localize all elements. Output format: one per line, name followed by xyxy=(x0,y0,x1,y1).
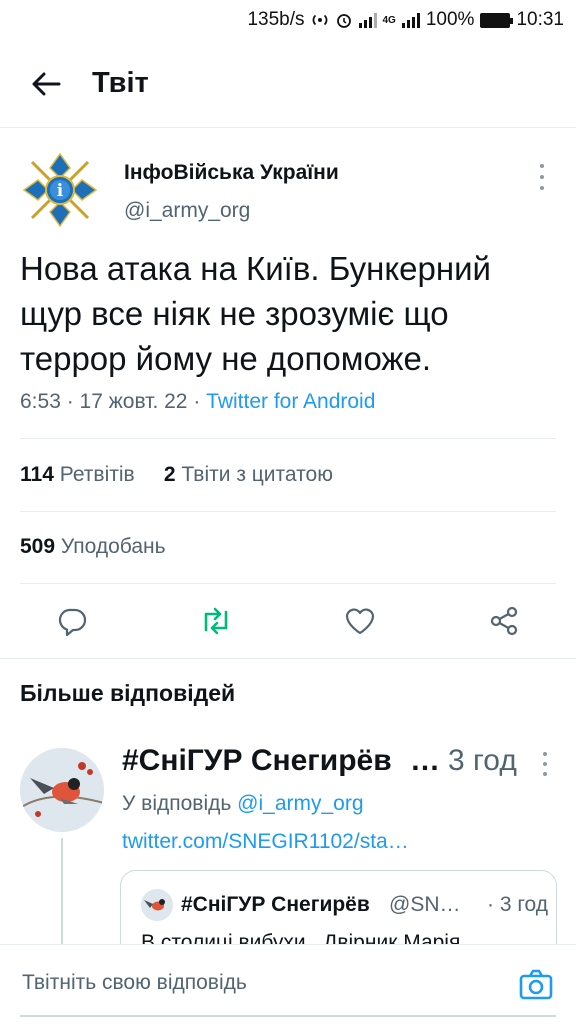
reply-input[interactable]: Твітніть свою відповідь xyxy=(22,971,247,995)
reply-name-ellipsis: … xyxy=(410,744,440,777)
status-bar: 135b/s 4G 100% 10:31 xyxy=(0,0,576,40)
author-handle[interactable]: @i_army_org xyxy=(124,199,250,223)
reply-compose-bar: Твітніть свою відповідь xyxy=(0,944,576,1024)
heart-icon xyxy=(345,608,375,635)
reply-time: 3 год xyxy=(448,744,517,777)
tweet-meta: 6:53 · 17 жовт. 22 · Twitter for Android xyxy=(20,390,376,413)
hotspot-icon xyxy=(311,11,329,29)
tweet-source-link[interactable]: Twitter for Android xyxy=(206,390,375,413)
tweet-author-row: i ІнфоВійська України @i_army_org xyxy=(0,128,576,232)
tweet-more-button[interactable] xyxy=(534,164,550,190)
likes-link[interactable]: 509 Уподобань xyxy=(20,535,166,559)
reply-url-link[interactable]: twitter.com/SNEGIR1102/sta… xyxy=(122,830,409,854)
battery-percent: 100% xyxy=(425,9,475,30)
author-name[interactable]: ІнфоВійська України xyxy=(124,161,339,185)
share-button[interactable] xyxy=(487,604,521,638)
tweet-text: Нова атака на Київ. Бункерний щур все ні… xyxy=(20,250,491,377)
retweets-link[interactable]: 114 Ретвітів xyxy=(20,463,135,486)
author-avatar[interactable]: i xyxy=(20,150,100,230)
retweets-count: 114 xyxy=(20,463,54,486)
signal-icon xyxy=(358,12,377,28)
back-button[interactable] xyxy=(0,40,92,128)
main-tweet: i ІнфоВійська України @i_army_org Нова а… xyxy=(0,128,576,637)
reply-to-handle-link[interactable]: @i_army_org xyxy=(237,792,363,815)
tweet-date: 17 жовт. 22 xyxy=(79,390,188,413)
tweet-actions xyxy=(0,590,576,650)
network-speed: 135b/s xyxy=(247,9,305,30)
retweet-stats: 114 Ретвітів 2 Твіти з цитатою xyxy=(20,463,333,487)
divider xyxy=(0,658,576,659)
thread-line xyxy=(61,838,63,948)
clock: 10:31 xyxy=(516,9,564,30)
retweet-button[interactable] xyxy=(199,604,233,638)
svg-text:i: i xyxy=(57,181,64,201)
bullfinch-photo-icon xyxy=(141,889,173,921)
quoted-author-handle: @SN… xyxy=(389,893,461,916)
camera-button[interactable] xyxy=(518,967,554,1003)
tweet-time: 6:53 xyxy=(20,390,61,413)
reply-more-button[interactable] xyxy=(540,752,550,776)
app-header: Твіт xyxy=(0,40,576,128)
likes-label: Уподобань xyxy=(60,535,166,558)
quoted-time: · 3 год xyxy=(487,893,549,916)
quotes-label: Твіти з цитатою xyxy=(181,463,333,486)
battery-icon xyxy=(480,12,514,28)
page-title: Твіт xyxy=(92,67,149,99)
camera-icon xyxy=(519,969,553,1000)
reply-to: У відповідь @i_army_org xyxy=(122,792,364,816)
quoted-author-name: #СніГУР Снегирёв xyxy=(181,893,370,916)
alarm-icon xyxy=(335,11,353,29)
army-emblem-icon: i xyxy=(22,152,98,228)
divider xyxy=(20,583,556,584)
network-type: 4G xyxy=(382,14,396,26)
reply-to-label: У відповідь xyxy=(122,792,232,815)
more-replies-heading: Більше відповідей xyxy=(20,680,236,706)
divider xyxy=(20,511,556,512)
quotes-count: 2 xyxy=(163,463,176,486)
share-icon xyxy=(490,606,518,636)
reply-button[interactable] xyxy=(55,604,89,638)
reply-icon xyxy=(58,608,87,637)
likes-count: 509 xyxy=(20,535,56,558)
quotes-link[interactable]: 2 Твіти з цитатою xyxy=(164,463,333,486)
retweet-icon xyxy=(204,607,228,635)
input-underline xyxy=(20,1015,556,1017)
bullfinch-photo-icon xyxy=(20,748,104,832)
signal-4g-icon xyxy=(401,12,420,28)
arrow-left-icon xyxy=(32,72,61,95)
retweets-label: Ретвітів xyxy=(59,463,135,486)
quoted-avatar xyxy=(141,889,173,921)
reply-author-name[interactable]: #СніГУР Снегирёв xyxy=(122,744,392,778)
like-button[interactable] xyxy=(343,604,377,638)
divider xyxy=(20,438,556,439)
reply-avatar[interactable] xyxy=(20,748,104,832)
